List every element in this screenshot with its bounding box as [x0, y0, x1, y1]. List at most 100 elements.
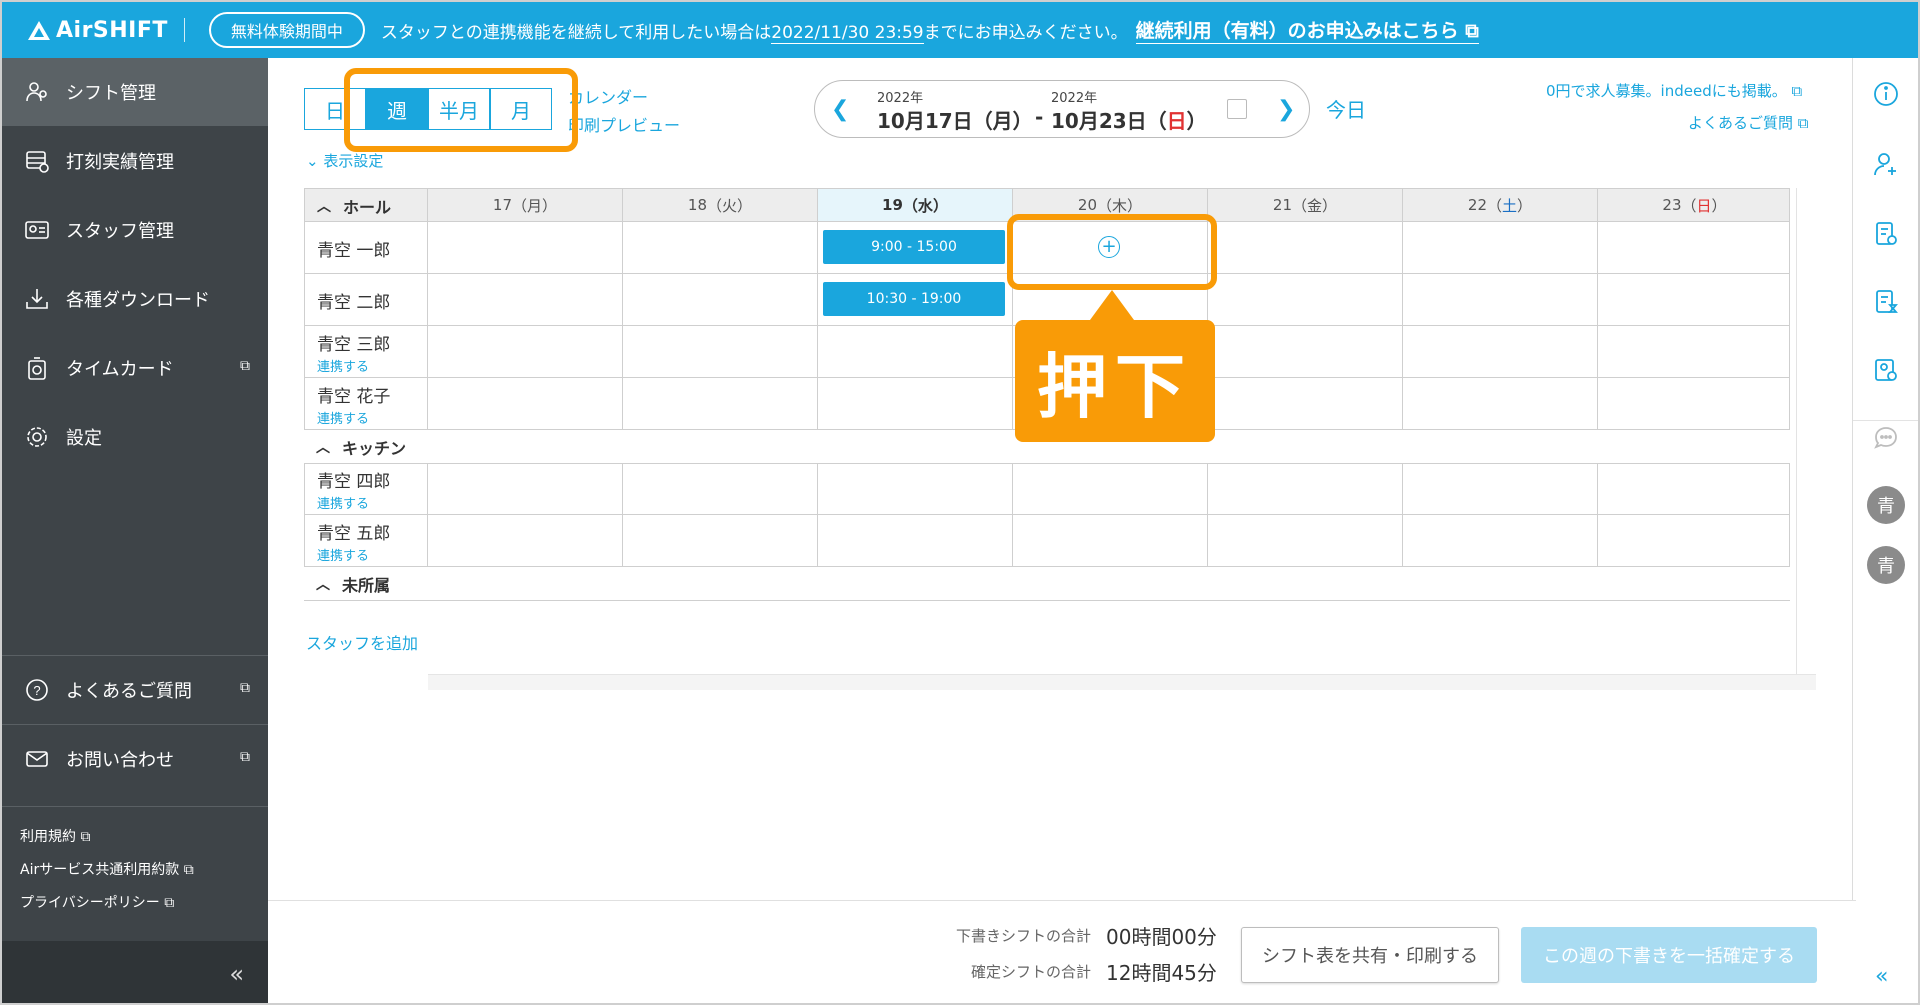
- day-of-week: 日: [1696, 196, 1712, 215]
- sidebar-item-label: お問い合わせ: [66, 750, 174, 771]
- day-of-week: 水: [917, 196, 933, 215]
- day-of-week: 木: [1112, 196, 1128, 215]
- indeed-link[interactable]: 0円で求人募集。indeedにも掲載。 ⧉: [1546, 80, 1802, 101]
- group-divider: [304, 600, 1790, 601]
- notice-deadline: 2022/11/30 23:59: [771, 22, 924, 44]
- next-week-button[interactable]: ❯: [1277, 97, 1295, 122]
- external-link-icon: ⧉: [240, 680, 250, 696]
- sidebar-item-label: 各種ダウンロード: [66, 290, 210, 311]
- prev-week-button[interactable]: ❮: [831, 97, 849, 122]
- faq-link[interactable]: よくあるご質問 ⧉: [1688, 112, 1809, 133]
- sidebar-item-faq[interactable]: ? よくあるご質問 ⧉: [2, 656, 268, 724]
- confirmed-total-value: 12時間45分: [1106, 961, 1217, 985]
- mail-icon: [22, 744, 52, 774]
- end-date: 10月23日（日）: [1051, 105, 1207, 134]
- staff-name-cell[interactable]: 青空 三郎 連携する: [305, 326, 427, 377]
- shift-block[interactable]: 10:30 - 19:00: [823, 282, 1005, 316]
- sidebar-item-downloads[interactable]: 各種ダウンロード: [2, 265, 268, 333]
- checklist-icon[interactable]: [1870, 218, 1902, 250]
- download-icon: [22, 284, 52, 314]
- draft-total-label: 下書きシフトの合計: [956, 927, 1092, 945]
- print-preview-link[interactable]: 印刷プレビュー: [568, 112, 680, 136]
- day-header-today: 19 （水）: [817, 189, 1012, 221]
- day-of-week: 金: [1307, 196, 1323, 215]
- link-staff-link[interactable]: 連携する: [317, 408, 427, 427]
- sidebar-item-timesheet[interactable]: 打刻実績管理: [2, 127, 268, 195]
- sidebar-item-label: 設定: [66, 428, 102, 449]
- rail-divider: [1853, 420, 1918, 421]
- grid-right-edge: [1796, 188, 1797, 674]
- sidebar-item-label: 打刻実績管理: [66, 152, 174, 173]
- date-range-picker: ❮ 2022年 10月17日（月） - 2022年 10月23日（日） ❯: [814, 80, 1310, 138]
- app-window: AirSHIFT 無料体験期間中 スタッフとの連携機能を継続して利用したい場合は…: [0, 0, 1920, 1005]
- logo-divider: [183, 18, 185, 42]
- info-icon[interactable]: [1870, 78, 1902, 110]
- privacy-policy-label: プライバシーポリシー: [20, 895, 160, 911]
- right-rail: 青 青 «: [1852, 58, 1918, 1003]
- share-print-button[interactable]: シフト表を共有・印刷する: [1241, 927, 1499, 983]
- sidebar-item-contact[interactable]: お問い合わせ ⧉: [2, 725, 268, 793]
- external-link-icon: ⧉: [240, 358, 250, 374]
- external-link-icon: ⧉: [183, 862, 194, 878]
- confirm-all-drafts-button[interactable]: この週の下書きを一括確定する: [1521, 927, 1817, 983]
- group-name: ホール: [343, 198, 392, 217]
- group-header-hall[interactable]: ︿ ホール: [305, 189, 391, 223]
- chevron-down-icon: ⌄: [306, 152, 319, 170]
- day-number: 18: [687, 196, 708, 214]
- day-header: 23 （日）: [1597, 189, 1791, 221]
- rail-collapse-button[interactable]: «: [1875, 964, 1888, 989]
- privacy-policy-link[interactable]: プライバシーポリシー ⧉: [20, 892, 174, 912]
- double-chevron-left-icon: «: [1875, 964, 1889, 989]
- avatar[interactable]: 青: [1867, 546, 1905, 584]
- calendar-icon[interactable]: [1227, 99, 1247, 119]
- link-staff-link[interactable]: 連携する: [317, 493, 427, 512]
- group-header-kitchen[interactable]: ︿ キッチン: [304, 430, 406, 464]
- staff-name: 青空 花子: [317, 387, 391, 407]
- calendar-link[interactable]: カレンダー: [568, 84, 648, 108]
- shift-block[interactable]: 9:00 - 15:00: [823, 230, 1005, 264]
- avatar[interactable]: 青: [1867, 486, 1905, 524]
- day-number: 19: [882, 196, 903, 214]
- add-user-icon[interactable]: [1870, 148, 1902, 180]
- today-button[interactable]: 今日: [1326, 94, 1366, 123]
- notice-prefix: スタッフとの連携機能を継続して利用したい場合は: [380, 22, 772, 43]
- air-terms-link[interactable]: Airサービス共通利用約款 ⧉: [20, 859, 194, 879]
- link-staff-link[interactable]: 連携する: [317, 356, 427, 375]
- link-staff-link[interactable]: 連携する: [317, 545, 427, 564]
- sidebar-item-label: よくあるご質問: [66, 681, 192, 702]
- staff-name-cell[interactable]: 青空 二郎: [305, 274, 427, 325]
- chevron-up-icon: ︿: [316, 440, 330, 456]
- group-header-unassigned[interactable]: ︿ 未所属: [304, 567, 390, 601]
- draft-total-value: 00時間00分: [1106, 925, 1217, 949]
- external-link-icon: ⧉: [1797, 114, 1809, 132]
- sidebar-item-staff[interactable]: スタッフ管理: [2, 196, 268, 264]
- view-day-label: 日: [325, 98, 345, 123]
- range-separator: -: [1035, 105, 1044, 129]
- sidebar-collapse-button[interactable]: «: [2, 941, 268, 1003]
- airshift-logo[interactable]: AirSHIFT: [28, 18, 168, 43]
- external-link-icon: ⧉: [240, 749, 250, 765]
- staff-name-cell[interactable]: 青空 四郎 連携する: [305, 464, 427, 515]
- terms-link[interactable]: 利用規約 ⧉: [20, 826, 90, 846]
- day-number: 22: [1467, 196, 1488, 214]
- sidebar: シフト管理 打刻実績管理 スタッフ管理 各種ダウンロード タイムカード ⧉ 設定…: [2, 58, 268, 1003]
- external-link-icon: ⧉: [1791, 82, 1803, 100]
- add-staff-link[interactable]: スタッフを追加: [306, 630, 418, 654]
- document-hourglass-icon[interactable]: [1870, 286, 1902, 318]
- sidebar-item-label: スタッフ管理: [66, 221, 174, 242]
- staff-name-cell[interactable]: 青空 花子 連携する: [305, 378, 427, 429]
- sidebar-item-timecard[interactable]: タイムカード ⧉: [2, 334, 268, 402]
- staff-name-cell[interactable]: 青空 五郎 連携する: [305, 515, 427, 566]
- staff-check-icon[interactable]: [1870, 354, 1902, 386]
- chat-bubble-icon[interactable]: [1870, 422, 1902, 454]
- sidebar-item-settings[interactable]: 設定: [2, 403, 268, 471]
- indeed-link-label: 0円で求人募集。indeedにも掲載。: [1546, 82, 1787, 100]
- sidebar-item-shift-management[interactable]: シフト管理: [2, 58, 268, 126]
- end-date-day: 日: [1166, 109, 1187, 133]
- sidebar-divider: [2, 806, 268, 807]
- staff-name-cell[interactable]: 青空 一郎: [305, 222, 427, 273]
- continue-subscription-label: 継続利用（有料）のお申込みはこちら: [1135, 20, 1459, 42]
- continue-subscription-link[interactable]: 継続利用（有料）のお申込みはこちら ⧉: [1135, 16, 1479, 44]
- display-settings-toggle[interactable]: ⌄ 表示設定: [306, 150, 383, 171]
- end-date-suffix: ）: [1186, 109, 1207, 133]
